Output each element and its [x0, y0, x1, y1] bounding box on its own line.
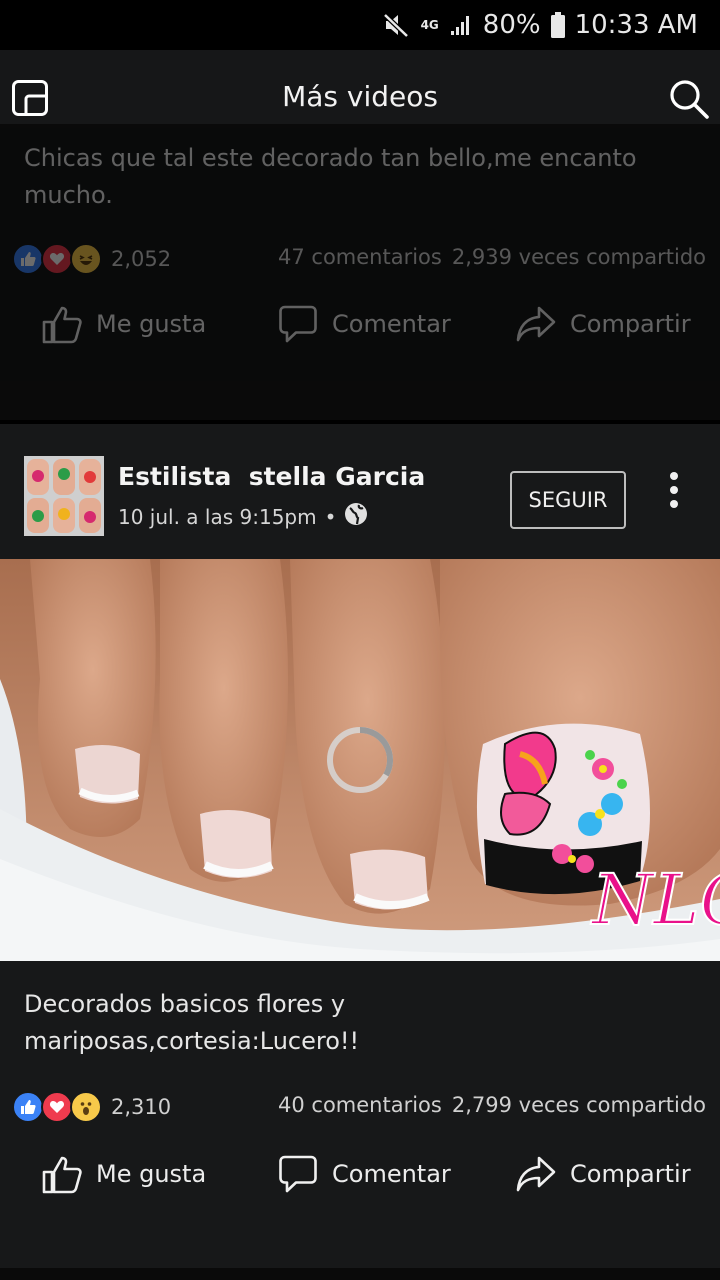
like-label: Me gusta	[96, 310, 207, 338]
thumbs-up-icon	[42, 306, 82, 344]
share-label: Compartir	[570, 1160, 691, 1188]
post-meta: 10 jul. a las 9:15pm •	[118, 502, 368, 531]
video-player[interactable]: NLC	[0, 559, 720, 961]
reactions-summary[interactable]: 2,310	[12, 1089, 171, 1125]
globe-icon	[344, 502, 368, 531]
like-reaction-icon	[12, 1091, 44, 1123]
post-caption: Decorados basicos flores y mariposas,cor…	[24, 990, 360, 1055]
battery-icon	[550, 12, 565, 38]
post-actions: Me gusta Comentar Compartir	[0, 1154, 720, 1214]
app-bar: Más videos	[0, 50, 720, 124]
comment-icon	[279, 305, 317, 343]
reaction-count: 2,310	[111, 1095, 172, 1119]
love-reaction-icon	[41, 1091, 73, 1123]
clock: 10:33 AM	[574, 10, 698, 40]
battery-level: 80%	[482, 10, 541, 40]
post-actions: Me gusta Comentar Compartir	[0, 304, 720, 364]
like-reaction-icon	[12, 243, 44, 275]
love-reaction-icon	[41, 243, 73, 275]
share-button[interactable]: Compartir	[516, 304, 691, 344]
search-icon[interactable]	[668, 78, 710, 120]
follow-button[interactable]: SEGUIR	[510, 471, 626, 529]
wow-reaction-icon	[70, 1091, 102, 1123]
pip-icon[interactable]	[12, 80, 48, 116]
previous-post: Chicas que tal este decorado tan bello,m…	[0, 124, 720, 420]
video-watermark: NLC	[590, 859, 720, 941]
network-type: 4G	[420, 17, 439, 32]
like-button[interactable]: Me gusta	[42, 1154, 206, 1194]
engagement-stats[interactable]: 47 comentarios 2,939 veces compartido	[278, 245, 706, 269]
share-label: Compartir	[570, 310, 691, 338]
meta-separator: •	[324, 504, 337, 529]
comment-label: Comentar	[332, 1160, 451, 1188]
share-icon	[516, 1156, 556, 1192]
share-count[interactable]: 2,799 veces compartido	[452, 1093, 706, 1117]
post-caption: Chicas que tal este decorado tan bello,m…	[24, 144, 637, 209]
video-post: Estilista stella Garcia 10 jul. a las 9:…	[0, 424, 720, 1268]
reactions-summary[interactable]: 2,052	[12, 241, 171, 277]
engagement-stats[interactable]: 40 comentarios 2,799 veces compartido	[278, 1093, 706, 1117]
like-label: Me gusta	[96, 1160, 207, 1188]
comment-icon	[279, 1155, 317, 1193]
comment-label: Comentar	[332, 310, 451, 338]
divider	[0, 1268, 720, 1280]
reaction-count: 2,052	[111, 247, 172, 271]
author-name[interactable]: Estilista stella Garcia	[118, 462, 425, 491]
avatar[interactable]	[24, 456, 104, 536]
share-count[interactable]: 2,939 veces compartido	[452, 245, 706, 269]
post-timestamp[interactable]: 10 jul. a las 9:15pm	[118, 505, 317, 529]
comment-button[interactable]: Comentar	[278, 1154, 451, 1194]
thumbs-up-icon	[42, 1156, 82, 1194]
like-button[interactable]: Me gusta	[42, 304, 206, 344]
comment-count[interactable]: 47 comentarios	[278, 245, 442, 269]
more-icon[interactable]	[662, 468, 686, 512]
share-icon	[516, 306, 556, 342]
comment-button[interactable]: Comentar	[278, 304, 451, 344]
status-bar: 4G 80% 10:33 AM	[0, 0, 720, 50]
page-title: Más videos	[282, 80, 438, 113]
mute-icon	[382, 12, 411, 38]
signal-icon	[449, 13, 473, 37]
haha-reaction-icon	[70, 243, 102, 275]
share-button[interactable]: Compartir	[516, 1154, 691, 1194]
comment-count[interactable]: 40 comentarios	[278, 1093, 442, 1117]
